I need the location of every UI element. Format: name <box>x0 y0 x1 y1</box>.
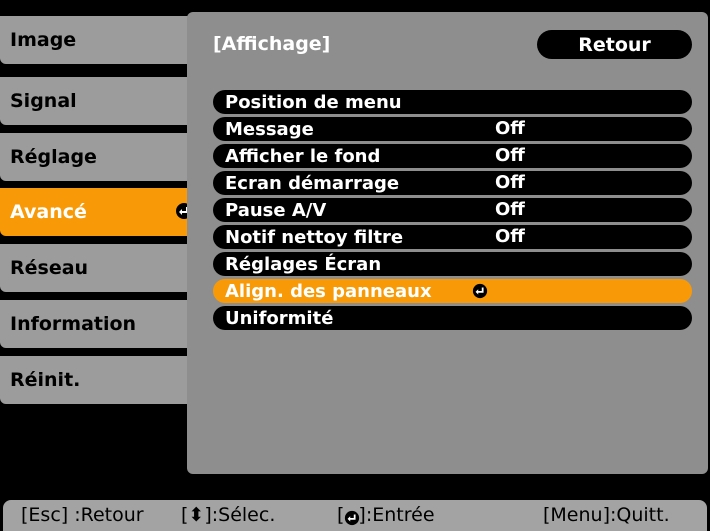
help-enter: []:Entrée <box>337 504 435 526</box>
sidebar-item-label: Signal <box>10 90 77 112</box>
row-label: Notif nettoy filtre <box>225 226 404 248</box>
enter-icon <box>472 283 488 299</box>
row-label: Align. des panneaux <box>225 280 432 302</box>
sidebar-item-label: Avancé <box>10 201 87 223</box>
sidebar-item-reglage[interactable]: Réglage <box>0 133 199 181</box>
row-value: Off <box>495 118 525 139</box>
menu-row-pause-av[interactable]: Pause A/V Off <box>213 198 692 222</box>
row-value: Off <box>495 172 525 193</box>
sidebar-item-information[interactable]: Information <box>0 300 199 348</box>
sidebar-item-image[interactable]: Image <box>0 16 199 64</box>
menu-row-uniformite[interactable]: Uniformité <box>213 306 692 330</box>
sidebar-item-avance[interactable]: Avancé <box>0 188 199 236</box>
menu-row-align-des-panneaux[interactable]: Align. des panneaux <box>213 279 692 303</box>
panel-title: [Affichage] <box>213 33 331 55</box>
help-bar: [Esc] :Retour [⬍]:Sélec. []:Entrée [Menu… <box>3 500 707 531</box>
menu-row-position-de-menu[interactable]: Position de menu <box>213 90 692 114</box>
help-menu: [Menu]:Quitt. <box>543 504 670 526</box>
up-down-arrow-icon: ⬍ <box>188 504 205 526</box>
sidebar-item-label: Image <box>10 29 77 51</box>
row-value: Off <box>495 226 525 247</box>
menu-row-afficher-le-fond[interactable]: Afficher le fond Off <box>213 144 692 168</box>
row-label: Position de menu <box>225 91 402 113</box>
back-button[interactable]: Retour <box>537 30 692 59</box>
row-label: Message <box>225 118 314 140</box>
enter-icon <box>344 509 360 525</box>
row-label: Ecran démarrage <box>225 172 400 194</box>
sidebar-item-label: Réglage <box>10 146 97 168</box>
sidebar-item-signal[interactable]: Signal <box>0 77 199 125</box>
row-label: Afficher le fond <box>225 145 381 167</box>
menu-row-reglages-ecran[interactable]: Réglages Écran <box>213 252 692 276</box>
menu-row-notif-nettoy-filtre[interactable]: Notif nettoy filtre Off <box>213 225 692 249</box>
sidebar-item-label: Réinit. <box>10 369 81 391</box>
menu-row-ecran-demarrage[interactable]: Ecran démarrage Off <box>213 171 692 195</box>
row-value: Off <box>495 199 525 220</box>
row-value: Off <box>495 145 525 166</box>
sidebar-item-reseau[interactable]: Réseau <box>0 244 199 292</box>
help-select: [⬍]:Sélec. <box>181 504 276 526</box>
sidebar-item-reinit[interactable]: Réinit. <box>0 356 199 404</box>
row-label: Réglages Écran <box>225 253 382 275</box>
row-label: Uniformité <box>225 307 334 329</box>
help-esc: [Esc] :Retour <box>21 504 144 526</box>
sidebar-item-label: Information <box>10 313 137 335</box>
menu-row-message[interactable]: Message Off <box>213 117 692 141</box>
row-label: Pause A/V <box>225 199 327 221</box>
sidebar-item-label: Réseau <box>10 257 89 279</box>
